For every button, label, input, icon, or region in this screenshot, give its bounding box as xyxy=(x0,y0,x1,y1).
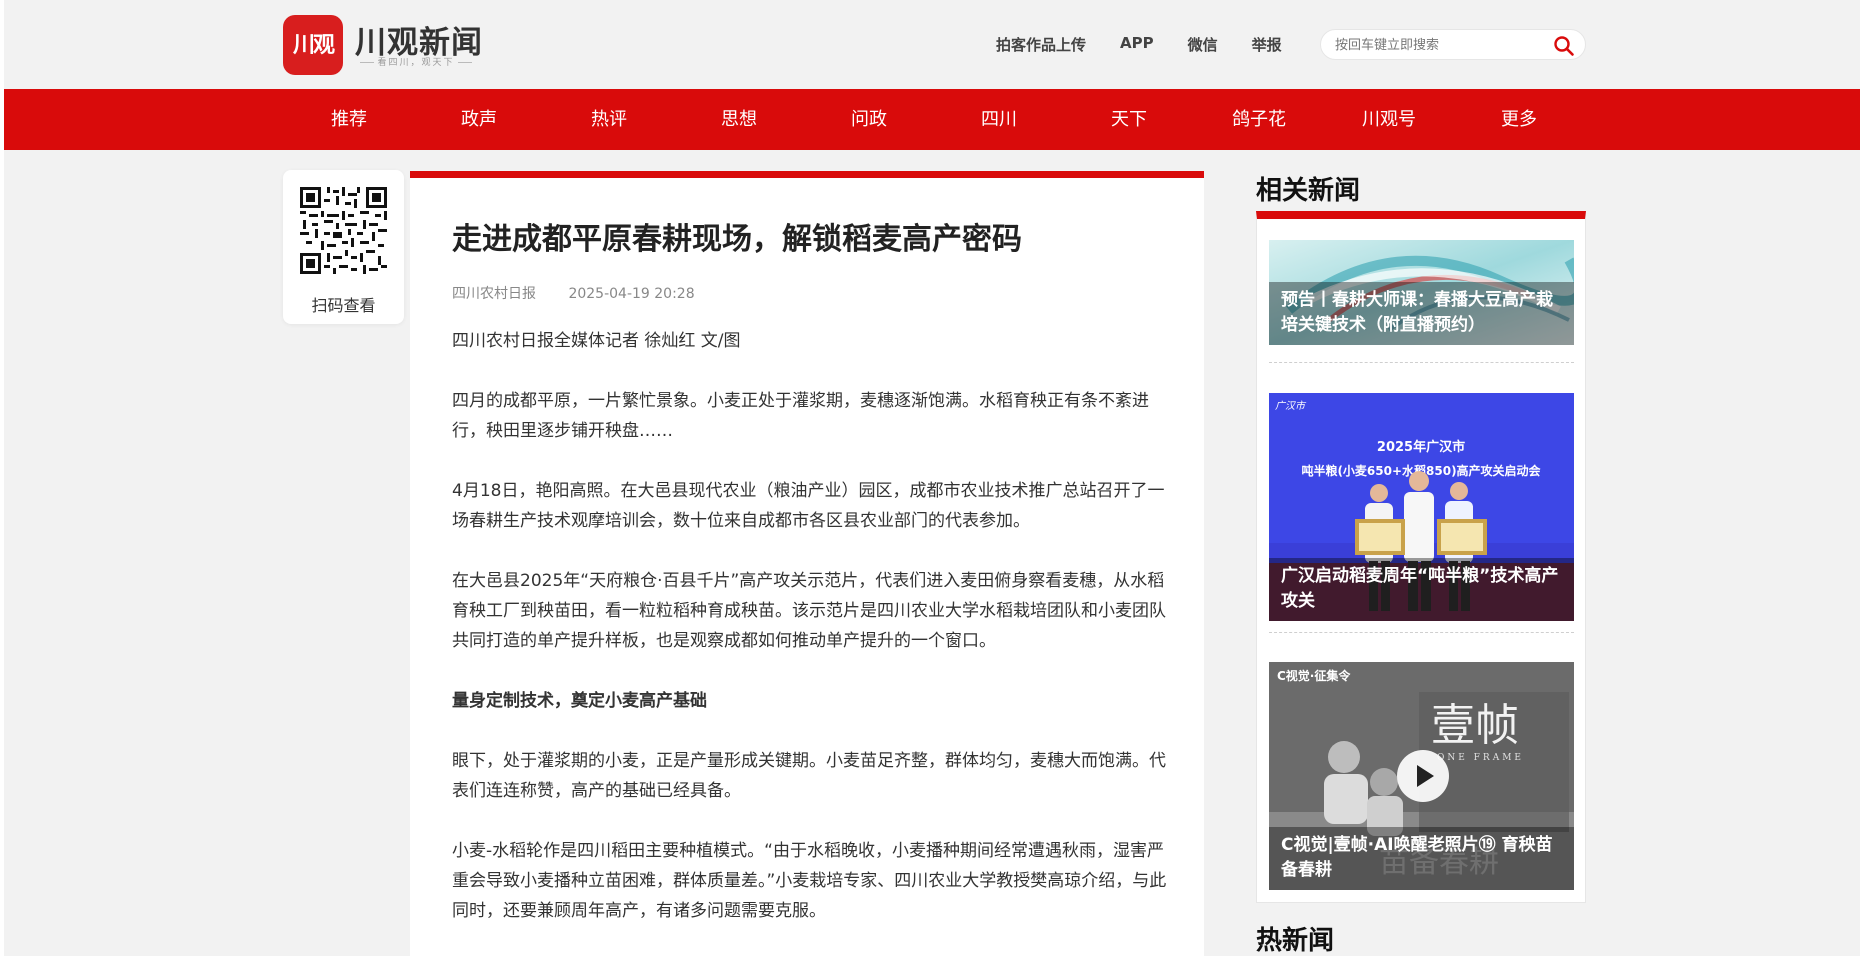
top-links: 拍客作品上传 APP 微信 举报 xyxy=(996,34,1316,55)
related-news-caption: 广汉启动稻麦周年“吨半粮”技术高产攻关 xyxy=(1269,558,1574,621)
nav-item-sichuan[interactable]: 四川 xyxy=(934,89,1064,150)
qr-label: 扫码查看 xyxy=(311,296,376,315)
divider xyxy=(1269,362,1574,363)
upload-link[interactable]: 拍客作品上传 xyxy=(996,34,1086,55)
paragraph: 眼下，处于灌浆期的小麦，正是产量形成关键期。小麦苗足齐整，群体均匀，麦穗大而饱满… xyxy=(452,751,1166,801)
report-link[interactable]: 举报 xyxy=(1252,34,1282,55)
nav-item-dove-tree[interactable]: 鸽子花 xyxy=(1194,89,1324,150)
nav-item-chuanguan-hao[interactable]: 川观号 xyxy=(1324,89,1454,150)
nav-item-more[interactable]: 更多 xyxy=(1454,89,1584,150)
logo-badge: 川观 xyxy=(283,15,343,75)
nav-item-politics[interactable]: 政声 xyxy=(414,89,544,150)
video-badge-text: C视觉·征集令 xyxy=(1277,668,1351,683)
article-source[interactable]: 四川农村日报 xyxy=(452,286,536,302)
logo-slogan: 看四川，观天下 xyxy=(355,55,477,68)
related-news-item[interactable]: 预告丨春耕大师课：春播大豆高产栽培关键技术（附直播预约） xyxy=(1269,240,1574,345)
site-header: 川观 川观新闻 看四川，观天下 拍客作品上传 APP 微信 举报 xyxy=(4,0,1860,89)
related-news-list: 预告丨春耕大师课：春播大豆高产栽培关键技术（附直播预约） 广汉市 2025年广汉… xyxy=(1256,211,1586,903)
search-input[interactable] xyxy=(1335,35,1545,55)
hot-news-title: 热新闻 xyxy=(1256,926,1335,956)
paragraph: 4月18日，艳阳高照。在大邑县现代农业（粮油产业）园区，成都市农业技术推广总站召… xyxy=(452,481,1165,531)
related-news-item[interactable]: 广汉市 2025年广汉市 吨半粮(小麦650+水稻850)高产攻关启动会 广汉启… xyxy=(1269,393,1574,621)
paragraph: 小麦-水稻轮作是四川稻田主要种植模式。“由于水稻晚收，小麦播种期间经常遭遇秋雨，… xyxy=(452,841,1167,921)
page-frame: 川观 川观新闻 看四川，观天下 拍客作品上传 APP 微信 举报 推荐 政声 热… xyxy=(4,0,1860,956)
related-news-caption: 预告丨春耕大师课：春播大豆高产栽培关键技术（附直播预约） xyxy=(1269,282,1574,345)
app-link[interactable]: APP xyxy=(1120,34,1154,55)
byline: 四川农村日报全媒体记者 徐灿红 文/图 xyxy=(452,331,741,351)
wechat-link[interactable]: 微信 xyxy=(1188,34,1218,55)
search-icon[interactable] xyxy=(1553,35,1575,57)
search-box xyxy=(1320,29,1586,60)
nav-item-commentary[interactable]: 热评 xyxy=(544,89,674,150)
site-logo[interactable]: 川观 川观新闻 看四川，观天下 xyxy=(283,15,483,75)
left-edge xyxy=(0,0,4,956)
nav-item-thought[interactable]: 思想 xyxy=(674,89,804,150)
related-news-item[interactable]: C视觉·征集令 壹帧 ONE FRAME 苗备春耕 C视觉|壹帧·AI唤醒老照片… xyxy=(1269,662,1574,890)
article-time: 2025-04-19 20:28 xyxy=(568,286,695,302)
nav-item-world[interactable]: 天下 xyxy=(1064,89,1194,150)
paragraph: 在大邑县2025年“天府粮仓·百县千片”高产攻关示范片，代表们进入麦田俯身察看麦… xyxy=(452,571,1166,651)
section-heading: 量身定制技术，奠定小麦高产基础 xyxy=(452,691,707,711)
video-big-text: 壹帧 xyxy=(1431,700,1519,751)
article: 走进成都平原春耕现场，解锁稻麦高产密码 四川农村日报 2025-04-19 20… xyxy=(410,171,1204,956)
qr-card: 扫码查看 xyxy=(283,170,404,324)
photo-banner-line1: 2025年广汉市 xyxy=(1377,439,1465,455)
main-nav: 推荐 政声 热评 思想 问政 四川 天下 鸽子花 川观号 更多 xyxy=(4,89,1860,150)
paragraph: 四月的成都平原，一片繁忙景象。小麦正处于灌浆期，麦穗逐渐饱满。水稻育秧正有条不紊… xyxy=(452,391,1149,441)
play-icon[interactable] xyxy=(1397,750,1449,802)
nav-item-recommend[interactable]: 推荐 xyxy=(284,89,414,150)
article-title: 走进成都平原春耕现场，解锁稻麦高产密码 xyxy=(452,222,1022,257)
qr-code-icon xyxy=(300,187,387,274)
article-body: 四川农村日报全媒体记者 徐灿红 文/图 四月的成都平原，一片繁忙景象。小麦正处于… xyxy=(452,326,1168,956)
article-meta: 四川农村日报 2025-04-19 20:28 xyxy=(452,283,695,303)
video-sub-text: ONE FRAME xyxy=(1437,753,1524,763)
related-news-title: 相关新闻 xyxy=(1256,176,1361,206)
divider xyxy=(1269,632,1574,633)
photo-logo-text: 广汉市 xyxy=(1275,400,1307,412)
nav-item-inquiry[interactable]: 问政 xyxy=(804,89,934,150)
related-news-caption: C视觉|壹帧·AI唤醒老照片⑲ 育秧苗备春耕 xyxy=(1269,827,1574,890)
